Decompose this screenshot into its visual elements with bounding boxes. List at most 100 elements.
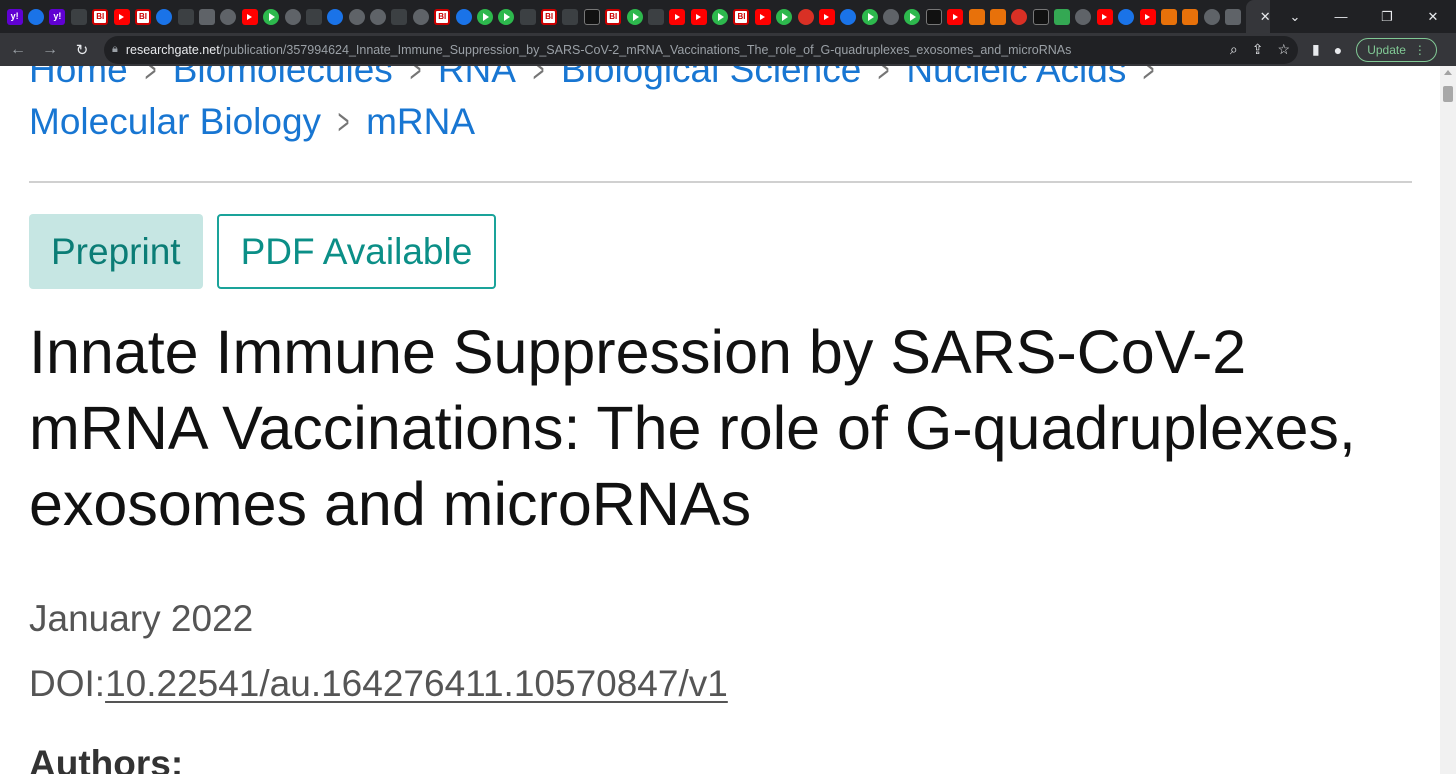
bi-icon[interactable]: BI [134, 8, 151, 25]
play-icon[interactable] [476, 8, 493, 25]
breadcrumb: Home > Biomolecules > RNA > Biological Science… [29, 66, 1419, 148]
play-icon[interactable] [904, 8, 921, 25]
alert-icon[interactable] [797, 8, 814, 25]
profile-icon[interactable]: ● [1334, 42, 1342, 58]
wave-icon[interactable] [28, 8, 45, 25]
doi-link[interactable]: 10.22541/au.164276411.10570847/v1 [105, 663, 728, 704]
yahoo-icon[interactable]: y! [49, 8, 66, 25]
play-icon[interactable] [712, 8, 729, 25]
lit-icon[interactable] [391, 8, 408, 25]
minimize-button[interactable]: — [1318, 0, 1364, 33]
bookmark-icon[interactable] [968, 8, 985, 25]
globe-icon[interactable] [412, 8, 429, 25]
url-path: /publication/357994624_Innate_Immune_Sup… [219, 42, 1072, 57]
yahoo-icon[interactable]: y! [6, 8, 23, 25]
bi-icon[interactable]: BI [541, 8, 558, 25]
play-icon[interactable] [626, 8, 643, 25]
url-text[interactable]: researchgate.net/publication/357994624_I… [126, 43, 1224, 57]
bookmark-icon[interactable] [1160, 8, 1177, 25]
breadcrumb-item[interactable]: RNA [438, 66, 516, 96]
tab-strip: y!y!BIBIBIBIBIBI✕y!y!+ ⌄ — ❐ ✕ [0, 0, 1456, 33]
side-panel-icon[interactable]: ▮ [1312, 41, 1320, 58]
active-tab[interactable]: ✕ [1245, 0, 1270, 33]
pdf-available-badge[interactable]: PDF Available [216, 214, 497, 289]
breadcrumb-item[interactable]: mRNA [366, 96, 475, 148]
breadcrumb-item[interactable]: Biological Science [561, 66, 861, 96]
g-icon[interactable] [1054, 8, 1071, 25]
breadcrumb-item[interactable]: Molecular Biology [29, 96, 321, 148]
zoom-icon[interactable]: ⌕ [1230, 41, 1238, 58]
address-bar[interactable]: 🔒︎ researchgate.net/publication/35799462… [104, 35, 1298, 64]
chevron-right-icon: > [409, 66, 422, 90]
tab-search-chevron-icon[interactable]: ⌄ [1272, 0, 1318, 33]
scroll-up-arrow-icon[interactable] [1444, 70, 1452, 75]
play-icon[interactable] [263, 8, 280, 25]
youtube-icon[interactable] [754, 8, 771, 25]
youtube-icon[interactable] [241, 8, 258, 25]
wave-icon[interactable] [156, 8, 173, 25]
restore-button[interactable]: ❐ [1364, 0, 1410, 33]
google-icon[interactable] [370, 8, 387, 25]
lit-icon[interactable] [70, 8, 87, 25]
youtube-icon[interactable] [669, 8, 686, 25]
shield-icon[interactable] [1118, 8, 1135, 25]
bookmark-icon[interactable] [1182, 8, 1199, 25]
tabs-list: y!y!BIBIBIBIBIBI✕y!y!+ [0, 0, 1270, 33]
settings-icon[interactable] [348, 8, 365, 25]
search-icon[interactable] [327, 8, 344, 25]
bi-icon[interactable]: BI [434, 8, 451, 25]
image-icon[interactable] [199, 8, 216, 25]
tab-icon[interactable] [647, 8, 664, 25]
tab-icon[interactable] [519, 8, 536, 25]
back-icon[interactable]: ← [4, 36, 32, 64]
play-icon[interactable] [498, 8, 515, 25]
bi-icon[interactable]: BI [92, 8, 109, 25]
image-icon[interactable] [1225, 8, 1242, 25]
lock-icon[interactable]: 🔒︎ [112, 43, 118, 56]
scroll-thumb[interactable] [1443, 86, 1453, 102]
youtube-icon[interactable] [947, 8, 964, 25]
news-icon[interactable] [925, 8, 942, 25]
close-window-button[interactable]: ✕ [1410, 0, 1456, 33]
youtube-icon[interactable] [818, 8, 835, 25]
youtube-icon[interactable] [1139, 8, 1156, 25]
bi-icon[interactable]: BI [733, 8, 750, 25]
dark-icon[interactable] [1032, 8, 1049, 25]
youtube-icon[interactable] [1096, 8, 1113, 25]
lit-icon[interactable] [562, 8, 579, 25]
globe-icon[interactable] [220, 8, 237, 25]
browser-toolbar: ← → ↻ 🔒︎ researchgate.net/publication/35… [0, 33, 1456, 66]
breadcrumb-item[interactable]: Home [29, 66, 128, 96]
forward-icon[interactable]: → [36, 36, 64, 64]
youtube-icon[interactable] [690, 8, 707, 25]
chevron-right-icon: > [337, 101, 350, 142]
tab-icon[interactable] [177, 8, 194, 25]
play-icon[interactable] [861, 8, 878, 25]
globe-icon[interactable] [1203, 8, 1220, 25]
divider [29, 181, 1412, 183]
search-icon[interactable] [840, 8, 857, 25]
dark-icon[interactable] [583, 8, 600, 25]
preprint-badge: Preprint [29, 214, 203, 289]
play-icon[interactable] [776, 8, 793, 25]
tab-icon[interactable] [305, 8, 322, 25]
chevron-right-icon: > [878, 66, 890, 90]
wave-icon[interactable] [455, 8, 472, 25]
scrollbar[interactable] [1440, 66, 1456, 774]
youtube-icon[interactable] [113, 8, 130, 25]
share-icon[interactable]: ⇪ [1252, 41, 1264, 58]
globe-icon[interactable] [883, 8, 900, 25]
breadcrumb-item[interactable]: Biomolecules [173, 66, 393, 96]
globe-icon[interactable] [284, 8, 301, 25]
skull-icon[interactable] [1075, 8, 1092, 25]
breadcrumb-line-2: Molecular Biology > mRNA [29, 96, 1419, 148]
reload-icon[interactable]: ↻ [68, 36, 96, 64]
bookmark-star-icon[interactable]: ☆ [1277, 41, 1290, 58]
update-button[interactable]: Update ⋮ [1356, 37, 1437, 62]
tab-close-icon[interactable]: ✕ [1260, 9, 1270, 25]
breadcrumb-item[interactable]: Nucleic Acids [906, 66, 1126, 96]
bookmark-icon[interactable] [989, 8, 1006, 25]
bi-icon[interactable]: BI [605, 8, 622, 25]
alert-icon[interactable] [1011, 8, 1028, 25]
more-menu-icon: ⋮ [1413, 42, 1426, 57]
